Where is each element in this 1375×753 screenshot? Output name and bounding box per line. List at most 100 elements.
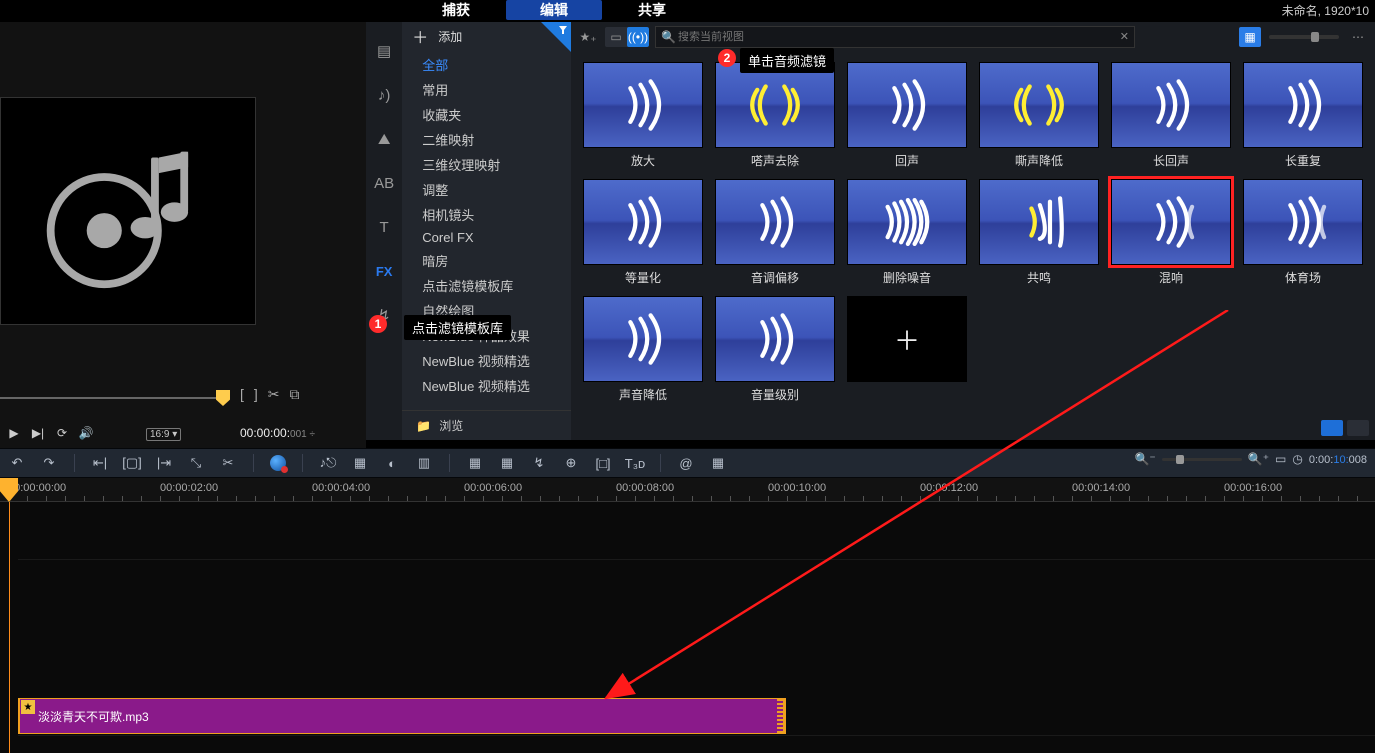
tl-tool-11[interactable]: ♪⎋ — [319, 455, 337, 471]
category-item[interactable]: 相机镜头 — [402, 202, 571, 227]
scrub-tool-3[interactable]: ⧉ — [290, 386, 300, 403]
category-item[interactable]: 二维映射 — [402, 127, 571, 152]
top-tab-2[interactable]: 共享 — [604, 0, 700, 20]
video-track[interactable] — [18, 516, 1375, 560]
playback-btn-0[interactable]: ▶ — [6, 426, 22, 440]
add-button[interactable]: ＋ 添加 — [402, 22, 571, 50]
filter-thumb[interactable]: 嗒声去除 — [711, 62, 839, 169]
aspect-selector[interactable]: 16:9 ▾ — [146, 428, 181, 441]
filter-thumb[interactable]: 声音降低 — [579, 296, 707, 403]
audio-filter-button[interactable]: ((•)) — [627, 27, 649, 47]
more-button[interactable]: ⋯ — [1347, 27, 1369, 47]
tl-tool-14[interactable]: ▥ — [415, 455, 433, 471]
ruler-tick: 00:00:02:00 — [160, 482, 218, 494]
filter-thumb[interactable]: 长重复 — [1239, 62, 1367, 169]
fit-icon[interactable]: ▭ — [1275, 452, 1286, 466]
tl-tool-13[interactable]: ◐ — [383, 456, 401, 471]
category-item[interactable]: 三维纹理映射 — [402, 152, 571, 177]
filter-thumb[interactable]: 嘶声降低 — [975, 62, 1103, 169]
title-icon[interactable]: AB — [373, 172, 395, 194]
fav-toggle[interactable]: ★₊ — [577, 27, 599, 47]
category-item[interactable]: 点击滤镜模板库 — [402, 273, 571, 298]
audio-clip[interactable]: ★ 淡淡青天不可欺.mp3 — [18, 698, 786, 734]
tl-tool-9[interactable] — [270, 455, 286, 471]
filter-thumb[interactable]: 长回声 — [1107, 62, 1235, 169]
view-a-button[interactable]: ▭ — [605, 27, 627, 47]
ruler-tick: 00:00:14:00 — [1072, 482, 1130, 494]
clip-label: 淡淡青天不可欺.mp3 — [38, 708, 149, 725]
category-item[interactable]: 调整 — [402, 177, 571, 202]
lib-footer-toggles[interactable] — [1321, 420, 1369, 436]
filter-thumb[interactable]: 删除噪音 — [843, 179, 971, 286]
zoom-slider[interactable] — [1162, 458, 1242, 461]
fx-icon[interactable]: FX — [373, 260, 395, 282]
category-item[interactable]: 暗房 — [402, 248, 571, 273]
filter-thumb[interactable]: 共鸣 — [975, 179, 1103, 286]
tl-tool-21[interactable]: T₃ᴅ — [626, 456, 644, 471]
category-item[interactable]: NewBlue 视频精选 — [402, 373, 571, 398]
tl-tool-24[interactable]: ▦ — [709, 455, 727, 471]
category-item[interactable]: 常用 — [402, 77, 571, 102]
tl-tool-23[interactable]: @ — [677, 456, 695, 471]
tl-tool-4[interactable]: [▢] — [123, 455, 141, 471]
tl-tool-18[interactable]: ↯ — [530, 455, 548, 471]
tl-tool-19[interactable]: ⊕ — [562, 455, 580, 471]
thumb-size-slider[interactable] — [1269, 35, 1339, 39]
text-icon[interactable]: T — [373, 216, 395, 238]
clip-fx-star-icon[interactable]: ★ — [21, 700, 35, 714]
category-item[interactable]: Corel FX — [402, 227, 571, 248]
scrub-tool-2[interactable]: ✂ — [268, 386, 280, 403]
scrub-tool-1[interactable]: ] — [254, 386, 258, 403]
timer-icon[interactable]: ◷ — [1292, 452, 1302, 466]
browse-button[interactable]: 📁浏览 — [402, 410, 571, 440]
zoom-in-icon[interactable]: 🔍⁺ — [1248, 452, 1269, 466]
filter-thumb[interactable]: 混响 — [1107, 179, 1235, 286]
scrub-bar[interactable] — [0, 388, 232, 408]
tl-tool-20[interactable]: [□] — [594, 456, 612, 471]
thumb-label: 长回声 — [1153, 152, 1189, 169]
template-icon[interactable]: ⛰ — [373, 128, 395, 150]
media-icon[interactable]: ▤ — [373, 40, 395, 62]
audio-track[interactable]: ★ 淡淡青天不可欺.mp3 — [18, 698, 1375, 736]
filter-thumb[interactable]: 回声 — [843, 62, 971, 169]
playback-btn-2[interactable]: ⟳ — [54, 426, 70, 440]
ruler-tick: 00:00:08:00 — [616, 482, 674, 494]
clear-search-icon[interactable]: ✕ — [1120, 30, 1129, 43]
tl-tool-16[interactable]: ▦ — [466, 455, 484, 471]
filter-thumb[interactable]: 等量化 — [579, 179, 707, 286]
filter-thumb[interactable]: 体育场 — [1239, 179, 1367, 286]
top-tab-0[interactable]: 捕获 — [408, 0, 504, 20]
pin-icon[interactable] — [541, 22, 571, 52]
playback-btn-3[interactable]: 🔊 — [78, 426, 94, 440]
scrub-marker-icon[interactable] — [216, 390, 230, 406]
tl-tool-3[interactable]: ⇤| — [91, 455, 109, 471]
category-item[interactable]: 收藏夹 — [402, 102, 571, 127]
top-tab-1[interactable]: 编辑 — [506, 0, 602, 20]
callout-2: 单击音频滤镜 — [740, 48, 834, 73]
category-item[interactable]: 全部 — [402, 52, 571, 77]
timeline-ruler[interactable]: 00:00:00:0000:00:02:0000:00:04:0000:00:0… — [0, 478, 1375, 502]
category-item[interactable]: NewBlue 视频精选 — [402, 348, 571, 373]
tl-tool-17[interactable]: ▦ — [498, 455, 516, 471]
clip-trim-handle[interactable] — [777, 699, 783, 733]
grid-view-button[interactable]: ▦ — [1239, 27, 1261, 47]
tl-tool-0[interactable]: ↶ — [8, 455, 26, 471]
thumb-label: 嘶声降低 — [1015, 152, 1063, 169]
tl-tool-12[interactable]: ▦ — [351, 455, 369, 471]
playback-btn-1[interactable]: ▶| — [30, 426, 46, 440]
search-field[interactable] — [678, 31, 1112, 43]
tl-tool-7[interactable]: ✂ — [219, 455, 237, 471]
tl-tool-5[interactable]: |⇥ — [155, 455, 173, 471]
audio-icon[interactable]: ♪) — [373, 84, 395, 106]
add-filter-button[interactable]: ＋ — [843, 296, 971, 403]
playhead-icon[interactable] — [0, 478, 18, 502]
timeline-timecode: 0:00:10:008 — [1309, 453, 1367, 466]
filter-thumb[interactable]: 音调偏移 — [711, 179, 839, 286]
tl-tool-1[interactable]: ↷ — [40, 455, 58, 471]
tl-tool-6[interactable]: ⤡ — [187, 455, 205, 471]
filter-thumb[interactable]: 放大 — [579, 62, 707, 169]
scrub-tool-0[interactable]: [ — [240, 386, 244, 403]
filter-thumb[interactable]: 音量级别 — [711, 296, 839, 403]
search-input[interactable]: 🔍 ✕ — [655, 26, 1135, 48]
zoom-out-icon[interactable]: 🔍⁻ — [1134, 452, 1155, 466]
